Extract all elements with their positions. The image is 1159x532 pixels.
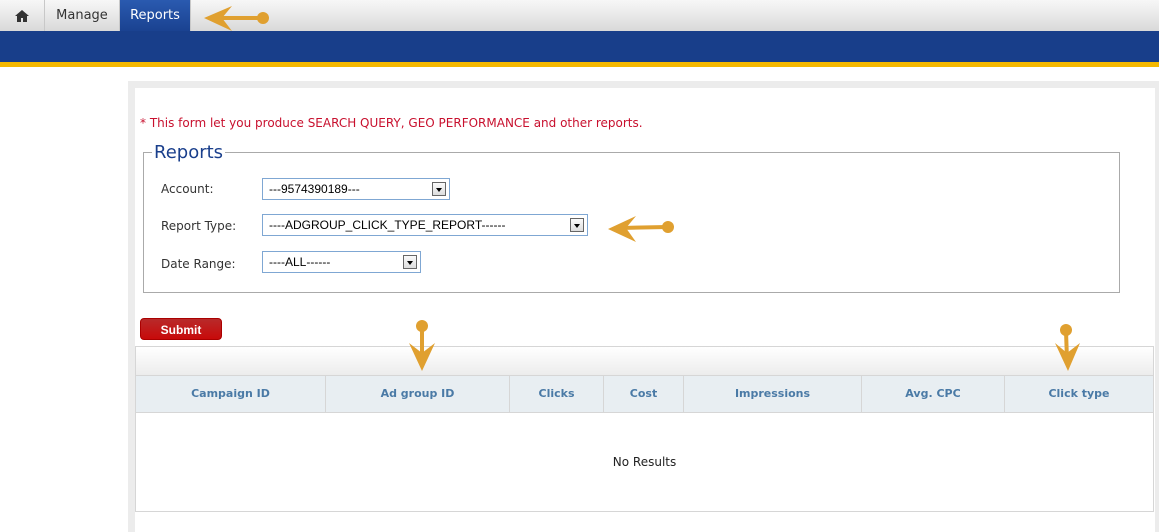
arrow-left-icon	[204, 6, 269, 31]
arrow-down-icon	[409, 320, 435, 371]
arrow-left-icon	[608, 216, 674, 242]
annotation-arrows	[204, 6, 1080, 371]
arrow-down-icon	[1055, 324, 1080, 371]
